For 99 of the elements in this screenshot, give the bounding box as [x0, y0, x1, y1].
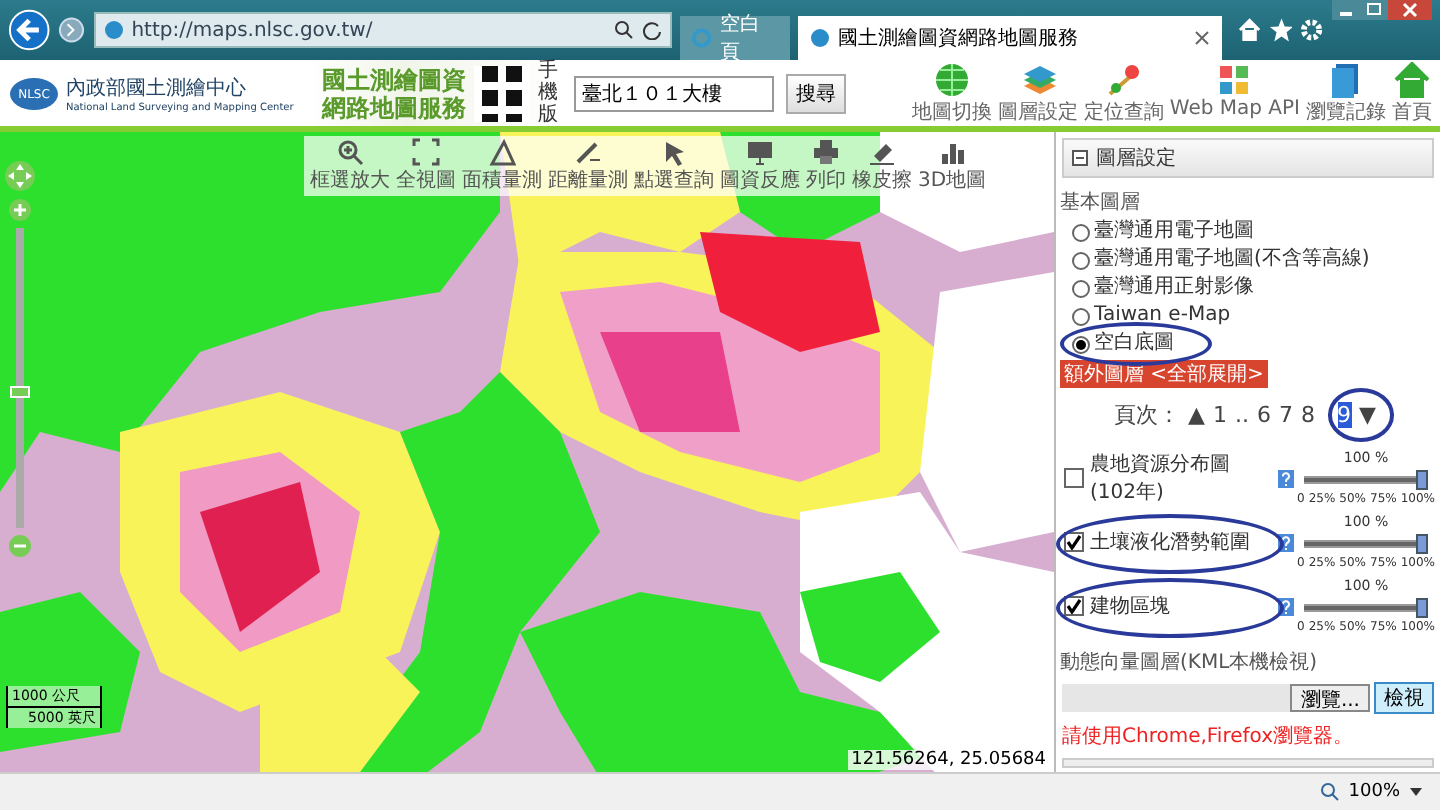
layer-name: 土壤液化潛勢範圍 — [1090, 529, 1252, 556]
forward-icon[interactable] — [58, 16, 86, 44]
layers-icon — [1019, 61, 1056, 97]
nav-link[interactable]: 首頁 — [1392, 61, 1432, 125]
nav-link[interactable]: Web Map API — [1169, 61, 1300, 125]
refresh-icon[interactable] — [642, 20, 663, 40]
layer-checkbox[interactable] — [1064, 596, 1084, 616]
map-tool-button[interactable]: 點選查詢 — [632, 138, 716, 194]
zoom-in-icon — [336, 138, 364, 166]
mobile-version-link[interactable]: 手機版 — [537, 60, 558, 126]
home-icon — [1394, 61, 1430, 97]
radio-button[interactable] — [1072, 307, 1090, 325]
site-title: 網路地圖服務 — [321, 93, 466, 121]
globe-icon — [933, 61, 970, 97]
close-window-icon[interactable] — [1387, 0, 1432, 20]
radio-button[interactable] — [1072, 251, 1090, 269]
map-tool-button[interactable]: 圖資反應 — [718, 138, 802, 194]
question-icon — [1280, 535, 1292, 549]
radio-button[interactable] — [1072, 223, 1090, 241]
opacity-slider[interactable] — [1304, 598, 1428, 618]
question-icon — [1280, 599, 1292, 613]
nav-link[interactable]: 瀏覽記錄 — [1306, 61, 1386, 125]
page-link[interactable]: 8 — [1301, 402, 1315, 428]
eraser-icon — [868, 138, 896, 166]
minimize-icon[interactable] — [1331, 0, 1360, 20]
maximize-icon[interactable] — [1359, 0, 1388, 20]
panel-header[interactable]: 圖層設定 — [1062, 138, 1434, 178]
map-tool-button[interactable]: 框選放大 — [308, 138, 392, 194]
checkmark-icon — [1066, 598, 1082, 614]
pointer-icon — [660, 138, 688, 166]
home-icon[interactable] — [1238, 18, 1262, 42]
agency-name: 內政部國土測繪中心 — [66, 75, 248, 101]
map-tool-button[interactable]: 橡皮擦 — [850, 138, 914, 194]
triangle-ruler-icon — [488, 138, 516, 166]
search-button[interactable]: 搜尋 — [785, 73, 846, 113]
coordinates: 121.56264, 25.05684 — [847, 750, 1050, 770]
nav-link[interactable]: 定位查詢 — [1083, 61, 1164, 125]
ruler-pen-icon — [574, 138, 602, 166]
zoom-level[interactable]: 100% — [1348, 782, 1400, 802]
caret-icon[interactable] — [1408, 786, 1424, 798]
browser-tab[interactable]: 國土測繪圖資網路地圖服務 — [797, 16, 1223, 60]
favorites-star-icon[interactable] — [1269, 18, 1293, 42]
slider-handle[interactable] — [1416, 470, 1428, 490]
nav-link[interactable]: 地圖切換 — [911, 61, 992, 125]
back-icon[interactable] — [8, 8, 51, 52]
base-layer-radio[interactable]: Taiwan e-Map — [1072, 302, 1440, 330]
previous-page-button[interactable]: ▲ — [1188, 402, 1205, 428]
map-tool-button[interactable]: 全視圖 — [394, 138, 458, 194]
radio-button[interactable] — [1072, 279, 1090, 297]
page-label: 頁次： — [1114, 400, 1181, 430]
base-layer-radio[interactable]: 臺灣通用電子地圖(不含等高線) — [1072, 246, 1440, 274]
page-link[interactable]: 9 — [1337, 402, 1351, 428]
full-extent-icon — [412, 138, 440, 166]
search-icon[interactable] — [614, 20, 635, 40]
layer-checkbox[interactable] — [1064, 532, 1084, 552]
layer-checkbox[interactable] — [1064, 468, 1084, 488]
zoom-icon — [1320, 782, 1341, 802]
map-tool-button[interactable]: 3D地圖 — [916, 138, 989, 194]
file-input[interactable]: 瀏覽... — [1062, 684, 1370, 712]
next-page-button[interactable]: ▼ — [1359, 402, 1376, 428]
checkmark-icon — [1066, 534, 1082, 550]
page-link[interactable]: .. — [1235, 402, 1249, 428]
page-link[interactable]: 1 — [1213, 402, 1227, 428]
slider-handle[interactable] — [1416, 598, 1428, 618]
search-field[interactable]: 臺北１０１大樓 — [573, 75, 774, 111]
browser-notice: 請使用Chrome,Firefox瀏覽器。 — [1062, 723, 1355, 750]
base-layer-radio[interactable]: 臺灣通用電子地圖 — [1072, 218, 1440, 246]
map-pin-icon — [1105, 61, 1142, 97]
printer-icon — [812, 138, 840, 166]
map-tool-button[interactable]: 面積量測 — [460, 138, 544, 194]
nav-link[interactable]: 圖層設定 — [997, 61, 1078, 125]
settings-icon[interactable] — [1300, 18, 1324, 42]
site-title: 國土測繪圖資 — [321, 65, 466, 93]
map-tool-button[interactable]: 距離量測 — [546, 138, 630, 194]
section-title: 基本圖層 — [1060, 189, 1142, 216]
site-icon — [809, 28, 830, 48]
opacity-slider[interactable] — [1304, 470, 1428, 490]
monitor-icon — [746, 138, 774, 166]
bar-chart-icon — [938, 138, 967, 166]
layer-name: 農地資源分布圖(102年) — [1090, 451, 1232, 506]
slider-handle[interactable] — [1416, 534, 1428, 554]
close-icon[interactable] — [1194, 30, 1211, 46]
document-icon — [1328, 61, 1364, 97]
address-bar[interactable]: http://maps.nlsc.gov.tw/ — [93, 12, 673, 48]
base-layer-radio[interactable]: 臺灣通用正射影像 — [1072, 274, 1440, 302]
page-link[interactable]: 6 — [1257, 402, 1271, 428]
browse-button[interactable]: 瀏覽... — [1290, 684, 1370, 712]
map-tool-button[interactable]: 列印 — [804, 138, 848, 194]
zoom-slider-handle[interactable] — [10, 386, 30, 399]
api-blocks-icon — [1216, 61, 1253, 97]
view-button[interactable]: 檢視 — [1374, 682, 1434, 714]
site-icon — [103, 20, 124, 40]
radio-button[interactable] — [1072, 335, 1090, 353]
collapse-icon — [1072, 150, 1088, 166]
opacity-slider[interactable] — [1304, 534, 1428, 554]
layer-name: 建物區塊 — [1090, 593, 1172, 620]
page-link[interactable]: 7 — [1279, 402, 1293, 428]
question-icon — [1280, 471, 1292, 485]
section-title: 動態向量圖層(KML本機檢視) — [1060, 649, 1320, 676]
